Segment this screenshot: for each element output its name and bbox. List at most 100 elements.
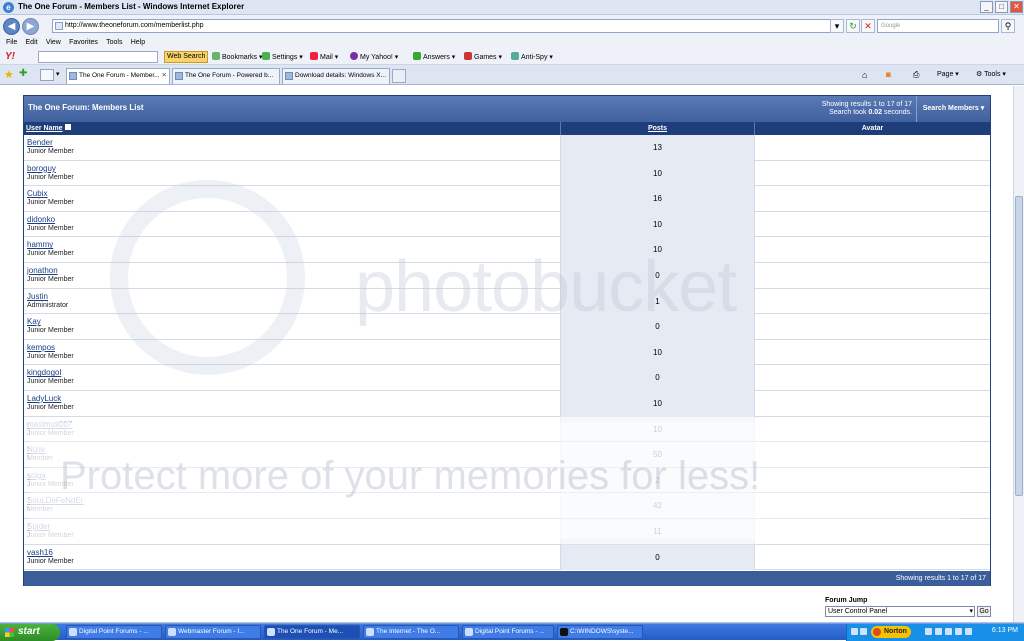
member-name-link[interactable]: Nizar [27, 445, 46, 454]
tray-icon[interactable] [955, 628, 962, 635]
taskbar-item-active[interactable]: The One Forum - Me... [264, 625, 360, 639]
menu-tools[interactable]: Tools [106, 37, 122, 49]
member-role: Junior Member [27, 531, 74, 539]
games-button[interactable]: Games ▾ [464, 52, 502, 63]
member-name-link[interactable]: sciga [27, 471, 46, 480]
menu-view[interactable]: View [46, 37, 61, 49]
member-role: Junior Member [27, 378, 74, 386]
anti-spy-button[interactable]: Anti-Spy ▾ [511, 52, 553, 63]
tray-icon[interactable] [945, 628, 952, 635]
table-row: kingdogol Junior Member 0 [24, 365, 990, 391]
taskbar-item[interactable]: Digital Point Forums - ... [462, 625, 554, 639]
member-name-link[interactable]: hammy [27, 240, 53, 249]
member-name-link[interactable]: jonathon [27, 266, 58, 275]
sort-username-link[interactable]: User Name [26, 122, 71, 135]
page-menu-button[interactable]: Page ▾ [937, 70, 959, 80]
yahoo-logo[interactable]: Y! [5, 51, 15, 62]
start-button[interactable]: start [0, 624, 60, 641]
forward-button[interactable]: ▶ [22, 18, 39, 35]
tray-icon[interactable] [935, 628, 942, 635]
back-button[interactable]: ◀ [3, 18, 20, 35]
results-summary: Showing results 1 to 17 of 17 Search too… [821, 101, 912, 116]
member-post-count: 42 [560, 493, 755, 519]
tray-icon[interactable] [925, 628, 932, 635]
minimize-button[interactable]: _ [980, 1, 993, 13]
table-row: jonathon Junior Member 0 [24, 262, 990, 289]
tab-members-list[interactable]: The One Forum - Member... ✕ [66, 68, 170, 84]
menu-favorites[interactable]: Favorites [69, 37, 98, 49]
tools-menu-button[interactable]: ⚙ Tools ▾ [976, 70, 1006, 80]
taskbar-item[interactable]: The Internet - The O... [363, 625, 459, 639]
address-dropdown-button[interactable]: ▾ [830, 19, 844, 33]
close-button[interactable]: ✕ [1010, 1, 1023, 13]
tray-icon[interactable] [851, 628, 858, 635]
member-name-link[interactable]: Bender [27, 138, 53, 147]
gear-icon: ⚙ [976, 71, 983, 78]
menu-edit[interactable]: Edit [26, 37, 38, 49]
member-role: Junior Member [27, 352, 74, 360]
home-icon[interactable]: ⌂ [862, 70, 867, 80]
member-post-count: 0 [560, 314, 755, 340]
member-name-link[interactable]: Kay [27, 317, 41, 326]
stop-icon[interactable]: ✕ [861, 19, 875, 33]
new-tab-button[interactable] [392, 69, 406, 83]
web-search-button[interactable]: Web Search [164, 51, 209, 63]
avatar-column-header: Avatar [861, 125, 884, 132]
window-title: The One Forum - Members List - Windows I… [18, 2, 245, 11]
taskbar-item[interactable]: Digital Point Forums - ... [66, 625, 162, 639]
forum-jump-select[interactable]: User Control Panel ▾ [825, 606, 975, 617]
tab-powered-by[interactable]: The One Forum - Powered b... [172, 68, 280, 84]
menu-file[interactable]: File [6, 37, 17, 49]
google-search-input[interactable]: Google [877, 19, 999, 33]
member-name-link[interactable]: Justin [27, 292, 48, 301]
member-name-link[interactable]: Spider [27, 522, 50, 531]
member-name-link[interactable]: Cubix [27, 189, 47, 198]
norton-tray-button[interactable]: Norton [871, 626, 911, 638]
refresh-icon[interactable]: ↻ [846, 19, 860, 33]
clock: 6:13 PM [991, 627, 1018, 634]
maximize-button[interactable]: □ [995, 1, 1008, 13]
taskbar-item[interactable]: C:\WINDOWS\syste... [557, 625, 643, 639]
table-row: Justin Administrator 1 [24, 288, 990, 315]
feeds-icon[interactable]: ◙ [886, 70, 891, 80]
ie-icon [366, 628, 374, 636]
system-tray: Norton 6:13 PM [846, 624, 1024, 641]
tab-list-icon[interactable]: ▾ [56, 70, 60, 78]
print-icon[interactable]: ⎙ [913, 70, 919, 80]
address-bar[interactable]: http://www.theoneforum.com/memberlist.ph… [52, 19, 842, 33]
vertical-scrollbar[interactable] [1013, 86, 1024, 622]
add-favorites-icon[interactable]: ✚ [19, 68, 27, 79]
quick-tabs-icon[interactable] [40, 69, 54, 81]
members-list-panel: The One Forum: Members List Showing resu… [23, 95, 991, 586]
members-table: Bender Junior Member 13 boroguy Junior Membe… [24, 135, 990, 571]
close-tab-icon[interactable]: ✕ [162, 69, 167, 83]
tray-icon[interactable] [965, 628, 972, 635]
member-post-count: 10 [560, 160, 755, 187]
answers-button[interactable]: Answers ▾ [413, 52, 455, 63]
member-name-link[interactable]: vash16 [27, 548, 53, 557]
yahoo-search-input[interactable] [38, 51, 158, 63]
go-button[interactable]: Go [977, 606, 991, 617]
my-yahoo-button[interactable]: My Yahoo! ▾ [350, 52, 398, 63]
page-content: The One Forum: Members List Showing resu… [0, 86, 1013, 622]
member-post-count: 10 [560, 211, 755, 238]
tab-download-details[interactable]: Download details: Windows X... [282, 68, 390, 84]
member-name-link[interactable]: didonko [27, 215, 55, 224]
mail-button[interactable]: Mail ▾ [310, 52, 338, 63]
member-name-link[interactable]: kingdogol [27, 368, 61, 377]
member-name-link[interactable]: boroguy [27, 164, 56, 173]
bookmarks-button[interactable]: Bookmarks ▾ [212, 52, 262, 63]
member-name-link[interactable]: SouLDeFeNdEr [27, 496, 83, 505]
settings-button[interactable]: Settings ▾ [262, 52, 303, 63]
taskbar-item[interactable]: Webmaster Forum - I... [165, 625, 261, 639]
tray-icon[interactable] [860, 628, 867, 635]
search-members-button[interactable]: Search Members ▾ [916, 96, 990, 122]
member-name-link[interactable]: maximus007 [27, 420, 72, 429]
scrollbar-thumb[interactable] [1015, 196, 1023, 496]
favorites-star-icon[interactable]: ★ [4, 68, 14, 81]
member-name-link[interactable]: LadyLuck [27, 394, 61, 403]
menu-help[interactable]: Help [131, 37, 145, 49]
sort-posts-link[interactable]: Posts [560, 122, 755, 135]
member-name-link[interactable]: kempos [27, 343, 55, 352]
search-icon[interactable]: ⚲ [1001, 19, 1015, 33]
